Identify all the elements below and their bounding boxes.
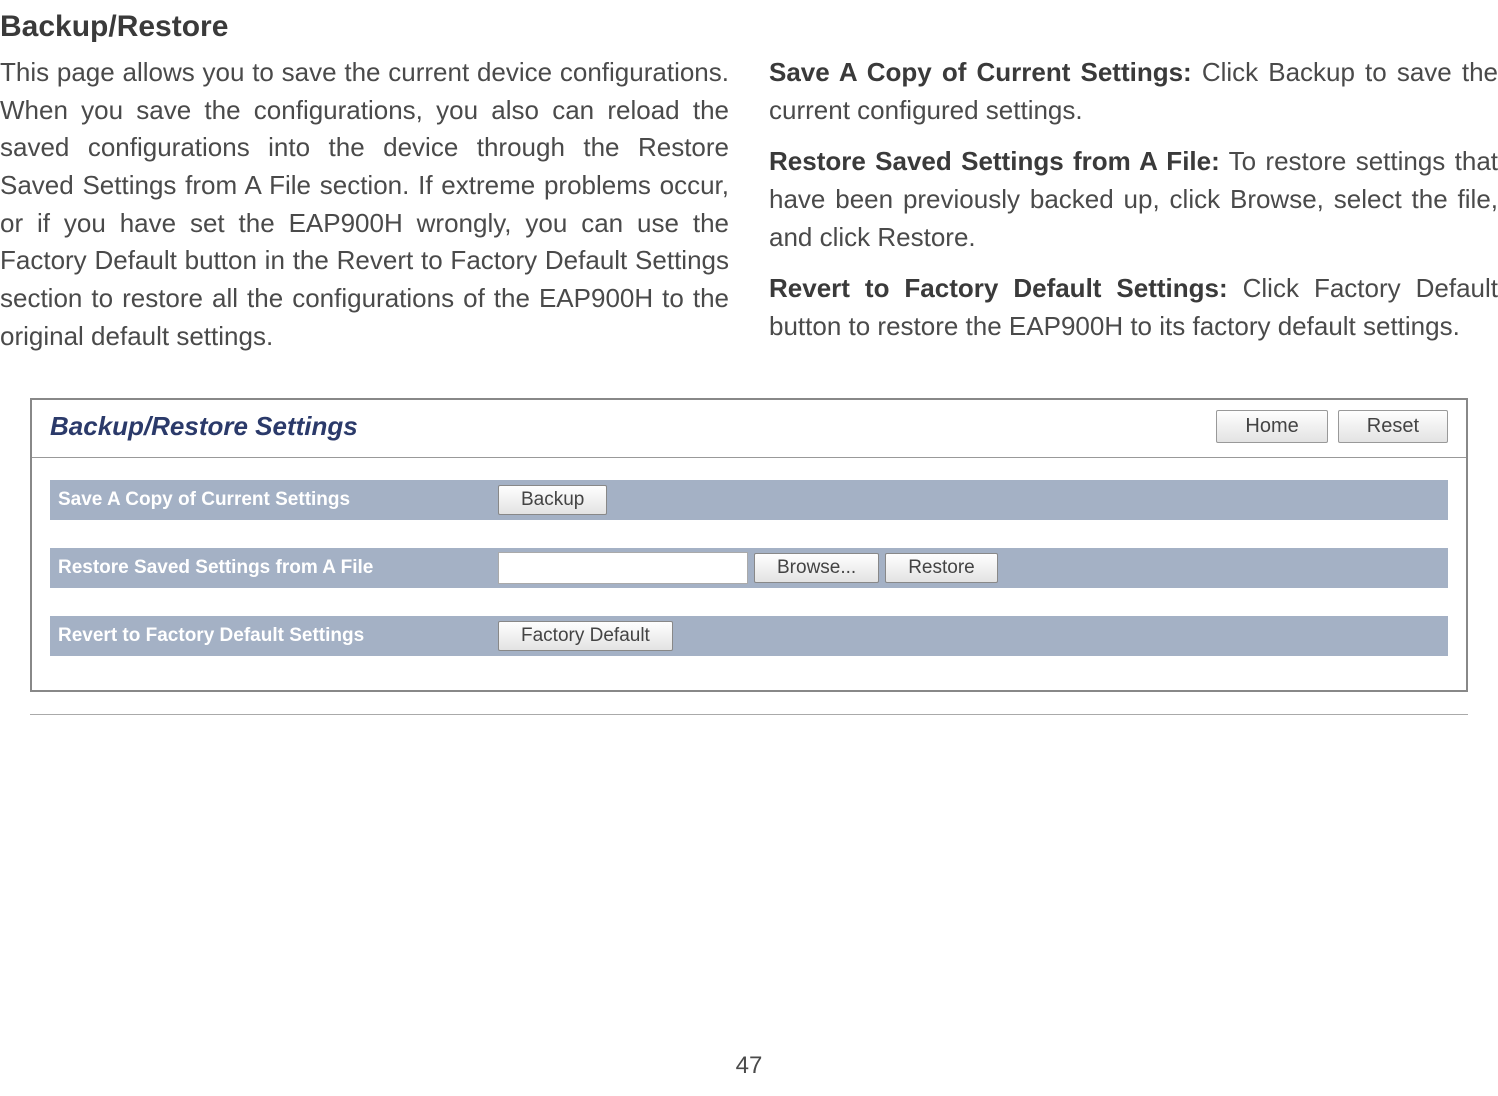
restore-settings-label: Restore Saved Settings from A File bbox=[58, 557, 498, 579]
revert-settings-controls: Factory Default bbox=[498, 621, 673, 651]
page-title: Backup/Restore bbox=[0, 0, 1498, 54]
ui-screenshot-frame: Backup/Restore Settings Home Reset Save … bbox=[30, 398, 1468, 692]
revert-paragraph: Revert to Factory Default Settings: Clic… bbox=[769, 270, 1498, 345]
bottom-divider bbox=[30, 714, 1468, 715]
panel-title: Backup/Restore Settings bbox=[50, 411, 1216, 442]
save-settings-row: Save A Copy of Current Settings Backup bbox=[50, 480, 1448, 520]
revert-lead: Revert to Factory Default Settings: bbox=[769, 273, 1228, 303]
save-settings-label: Save A Copy of Current Settings bbox=[58, 489, 498, 511]
file-input[interactable] bbox=[498, 552, 748, 584]
factory-default-button[interactable]: Factory Default bbox=[498, 621, 673, 651]
settings-body: Save A Copy of Current Settings Backup R… bbox=[32, 458, 1466, 690]
restore-paragraph: Restore Saved Settings from A File: To r… bbox=[769, 143, 1498, 256]
restore-settings-controls: Browse... Restore bbox=[498, 552, 998, 584]
panel-header: Backup/Restore Settings Home Reset bbox=[32, 400, 1466, 458]
save-copy-paragraph: Save A Copy of Current Settings: Click B… bbox=[769, 54, 1498, 129]
save-copy-lead: Save A Copy of Current Settings: bbox=[769, 57, 1192, 87]
restore-settings-row: Restore Saved Settings from A File Brows… bbox=[50, 548, 1448, 588]
revert-settings-row: Revert to Factory Default Settings Facto… bbox=[50, 616, 1448, 656]
intro-paragraph: This page allows you to save the current… bbox=[0, 54, 729, 356]
left-column: This page allows you to save the current… bbox=[0, 54, 729, 370]
save-settings-controls: Backup bbox=[498, 485, 607, 515]
restore-button[interactable]: Restore bbox=[885, 553, 998, 583]
reset-button[interactable]: Reset bbox=[1338, 410, 1448, 443]
restore-lead: Restore Saved Settings from A File: bbox=[769, 146, 1220, 176]
home-button[interactable]: Home bbox=[1216, 410, 1327, 443]
browse-button[interactable]: Browse... bbox=[754, 553, 879, 583]
header-buttons: Home Reset bbox=[1216, 410, 1448, 443]
backup-button[interactable]: Backup bbox=[498, 485, 607, 515]
revert-settings-label: Revert to Factory Default Settings bbox=[58, 625, 498, 647]
text-columns: This page allows you to save the current… bbox=[0, 54, 1498, 390]
page-number: 47 bbox=[0, 1052, 1498, 1080]
right-column: Save A Copy of Current Settings: Click B… bbox=[769, 54, 1498, 370]
